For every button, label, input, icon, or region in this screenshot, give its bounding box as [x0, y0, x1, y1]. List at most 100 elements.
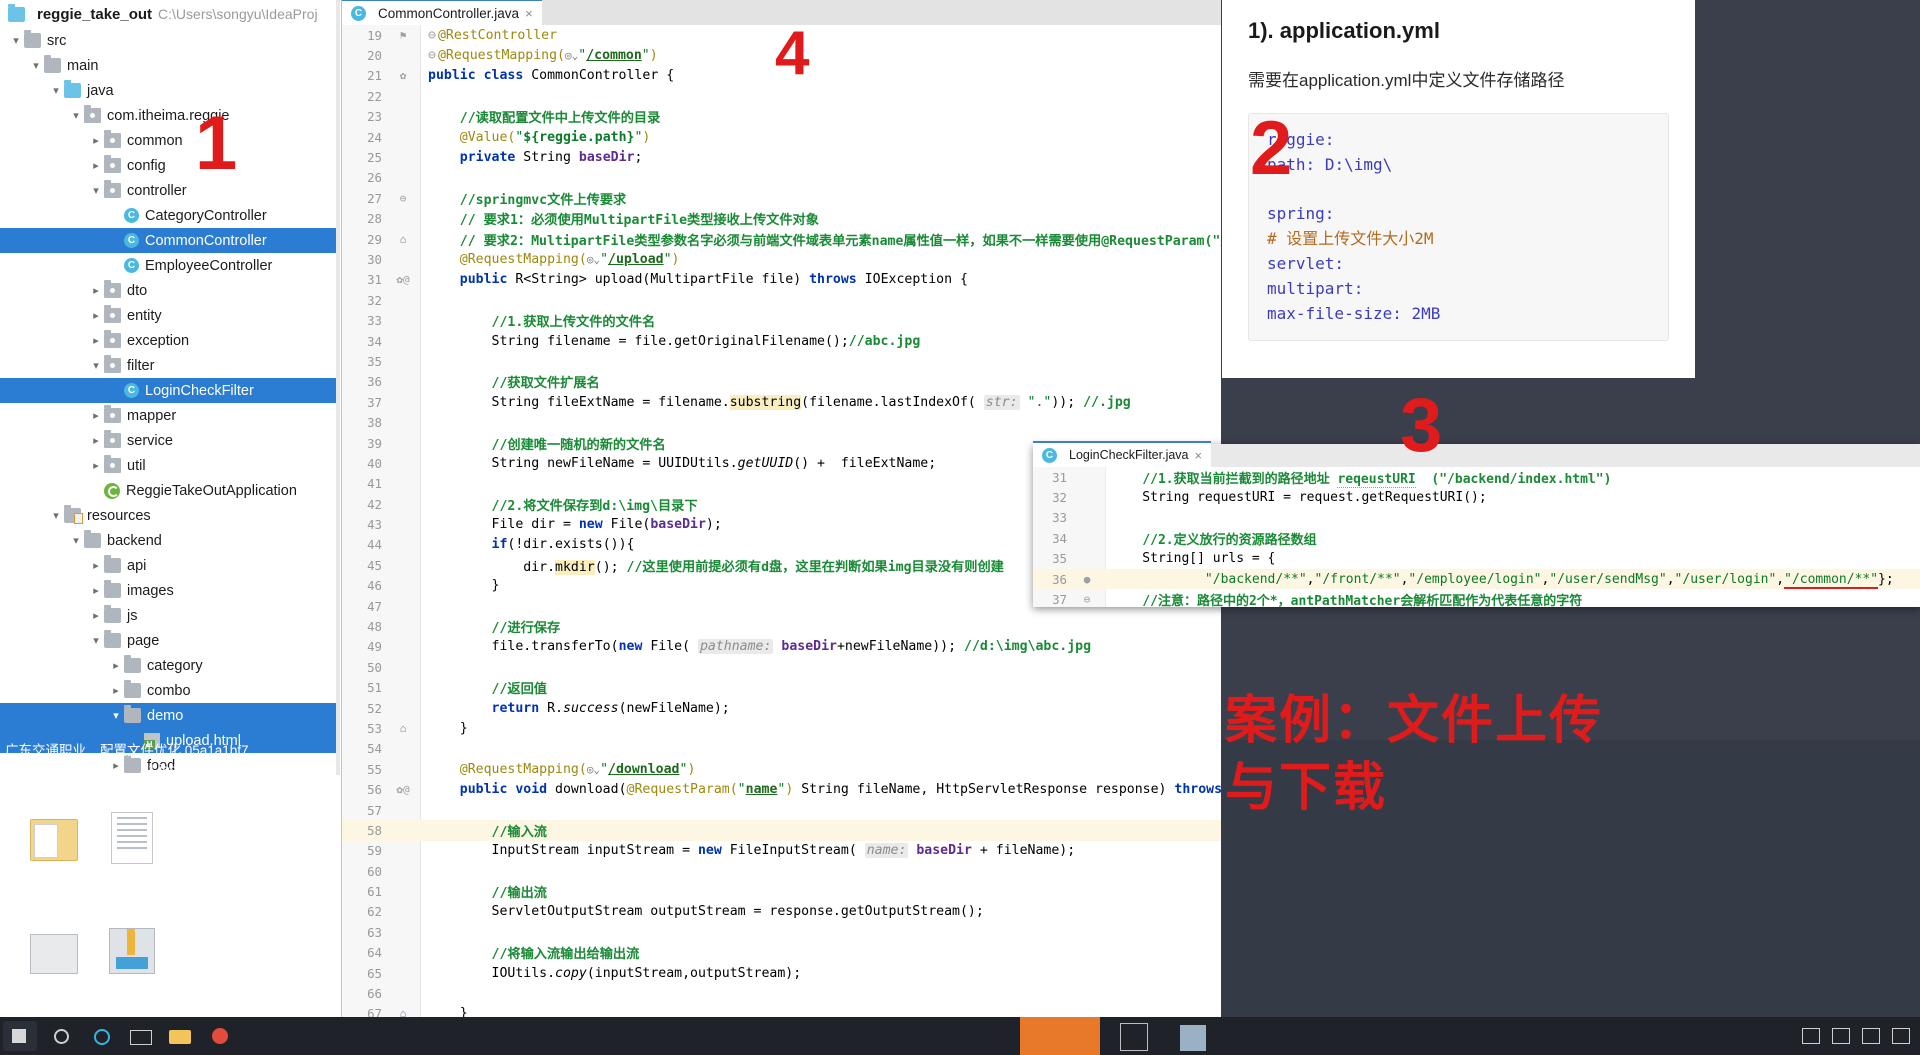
explorer-icon[interactable]	[163, 1021, 197, 1051]
tree-item-logincheckfilter[interactable]: C LoginCheckFilter	[0, 378, 340, 403]
code-line[interactable]: 55 @RequestMapping(◎⌄"/download")	[342, 759, 1221, 779]
gutter-marker[interactable]: ⊖	[1071, 593, 1103, 606]
chevron-right-icon[interactable]: ▸	[88, 334, 104, 347]
code-line[interactable]: 62 ServletOutputStream outputStream = re…	[342, 902, 1221, 922]
tab-logincheckfilter[interactable]: C LoginCheckFilter.java ×	[1033, 441, 1212, 467]
chevron-down-icon[interactable]: ▾	[48, 509, 64, 522]
tree-item-dto[interactable]: ▸ dto	[0, 278, 340, 303]
gutter-marker[interactable]: ✿	[386, 69, 420, 82]
chevron-down-icon[interactable]: ▾	[108, 709, 124, 722]
code-line[interactable]: 51 //返回值	[342, 678, 1221, 698]
code-line[interactable]: 27 ⊖ //springmvc文件上传要求	[342, 188, 1221, 208]
tree-item-demo[interactable]: ▾ demo	[0, 703, 340, 728]
code-line[interactable]: 60	[342, 861, 1221, 881]
close-icon[interactable]: ×	[525, 6, 533, 21]
active-app-idea[interactable]	[1020, 1017, 1100, 1055]
gutter-marker[interactable]: ✿@	[386, 783, 420, 796]
tree-item-api[interactable]: ▸ api	[0, 553, 340, 578]
tree-item-src[interactable]: ▾ src	[0, 28, 340, 53]
filter-tabbar[interactable]: C LoginCheckFilter.java ×	[1033, 441, 1920, 467]
code-line[interactable]: 34 String filename = file.getOriginalFil…	[342, 331, 1221, 351]
code-line[interactable]: 66	[342, 983, 1221, 1003]
chevron-right-icon[interactable]: ▸	[88, 134, 104, 147]
project-tree-panel[interactable]: reggie_take_out C:\Users\songyu\IdeaProj…	[0, 0, 340, 775]
tree-item-controller[interactable]: ▾ controller	[0, 178, 340, 203]
filter-code-line[interactable]: 37 ⊖ //注意：路径中的2个*，antPathMatcher会解析匹配作为代表…	[1033, 589, 1920, 607]
tree-item-resources[interactable]: ▾ resources	[0, 503, 340, 528]
tray-icon-1[interactable]	[1802, 1028, 1820, 1044]
tree-item-util[interactable]: ▸ util	[0, 453, 340, 478]
chevron-down-icon[interactable]: ▾	[68, 109, 84, 122]
chevron-down-icon[interactable]: ▾	[88, 634, 104, 647]
code-line[interactable]: 50	[342, 657, 1221, 677]
chevron-right-icon[interactable]: ▸	[88, 409, 104, 422]
tree-item-categorycontroller[interactable]: C CategoryController	[0, 203, 340, 228]
code-line[interactable]: 61 //输出流	[342, 881, 1221, 901]
chevron-right-icon[interactable]: ▸	[88, 459, 104, 472]
code-line[interactable]: 52 return R.success(newFileName);	[342, 698, 1221, 718]
chevron-right-icon[interactable]: ▸	[88, 584, 104, 597]
chevron-right-icon[interactable]: ▸	[88, 559, 104, 572]
tree-item-com-itheima-reggie[interactable]: ▾ com.itheima.reggie	[0, 103, 340, 128]
tree-item-js[interactable]: ▸ js	[0, 603, 340, 628]
code-line[interactable]: 58 //输入流	[342, 820, 1221, 841]
chevron-down-icon[interactable]: ▾	[88, 359, 104, 372]
tree-item-service[interactable]: ▸ service	[0, 428, 340, 453]
code-line[interactable]: 56 ✿@ public void download(@RequestParam(…	[342, 779, 1221, 799]
code-line[interactable]: 32	[342, 290, 1221, 310]
cortana-icon[interactable]	[83, 1021, 117, 1051]
chevron-down-icon[interactable]: ▾	[68, 534, 84, 547]
project-tree-rows[interactable]: ▾ src ▾ main ▾ java ▾ com.itheima.reggie ▸ common…	[0, 28, 340, 775]
chevron-right-icon[interactable]: ▸	[88, 159, 104, 172]
filter-code-line[interactable]: 31 //1.获取当前拦截到的路径地址 reqeustURI ("/backen…	[1033, 467, 1920, 488]
gutter-marker[interactable]: ⌂	[386, 722, 420, 735]
close-icon[interactable]: ×	[1195, 448, 1203, 463]
tab-commoncontroller[interactable]: C CommonController.java ×	[342, 0, 542, 25]
code-line[interactable]: 31 ✿@ public R<String> upload(MultipartFi…	[342, 270, 1221, 290]
code-line[interactable]: 65 IOUtils.copy(inputStream,outputStream…	[342, 963, 1221, 983]
code-line[interactable]: 24 @Value("${reggie.path}")	[342, 127, 1221, 147]
chevron-right-icon[interactable]: ▸	[88, 434, 104, 447]
tree-scrollbar[interactable]	[336, 0, 340, 775]
tree-item-java[interactable]: ▾ java	[0, 78, 340, 103]
tray-icon-3[interactable]	[1862, 1028, 1880, 1044]
tree-item-filter[interactable]: ▾ filter	[0, 353, 340, 378]
code-line[interactable]: 54	[342, 739, 1221, 759]
project-root-row[interactable]: reggie_take_out C:\Users\songyu\IdeaProj	[0, 0, 340, 28]
code-line[interactable]: 33 //1.获取上传文件的文件名	[342, 310, 1221, 330]
tree-item-entity[interactable]: ▸ entity	[0, 303, 340, 328]
tree-item-backend[interactable]: ▾ backend	[0, 528, 340, 553]
gutter-marker[interactable]: ⌂	[386, 233, 420, 246]
filter-code-line[interactable]: 33	[1033, 508, 1920, 528]
chevron-down-icon[interactable]: ▾	[8, 34, 24, 47]
windows-taskbar[interactable]	[0, 1017, 1920, 1055]
tray-icon-4[interactable]	[1892, 1028, 1910, 1044]
code-line[interactable]: 57	[342, 800, 1221, 820]
chevron-right-icon[interactable]: ▸	[88, 284, 104, 297]
code-line[interactable]: 53 ⌂ }	[342, 718, 1221, 738]
gutter-marker[interactable]: ⚑	[386, 29, 420, 42]
code-line[interactable]: 49 file.transferTo(new File( pathname: b…	[342, 637, 1221, 657]
chevron-right-icon[interactable]: ▸	[108, 684, 124, 697]
filter-code-line[interactable]: 32 String requestURI = request.getReques…	[1033, 487, 1920, 507]
code-line[interactable]: 23 //读取配置文件中上传文件的目录	[342, 107, 1221, 127]
tree-item-images[interactable]: ▸ images	[0, 578, 340, 603]
chevron-right-icon[interactable]: ▸	[108, 759, 124, 772]
tree-item-page[interactable]: ▾ page	[0, 628, 340, 653]
code-line[interactable]: 48 //进行保存	[342, 616, 1221, 636]
code-line[interactable]: 28 // 要求1：必须使用MultipartFile类型接收上传文件对象	[342, 209, 1221, 229]
filter-code-line[interactable]: 34 //2.定义放行的资源路径数组	[1033, 528, 1920, 548]
taskview-icon[interactable]	[123, 1021, 157, 1051]
filter-code-line[interactable]: 35 String[] urls = {	[1033, 549, 1920, 569]
tree-item-mapper[interactable]: ▸ mapper	[0, 403, 340, 428]
code-line[interactable]: 38	[342, 412, 1221, 432]
chevron-right-icon[interactable]: ▸	[108, 659, 124, 672]
filter-code-area[interactable]: 31 //1.获取当前拦截到的路径地址 reqeustURI ("/backen…	[1033, 467, 1920, 607]
tray-icon-2[interactable]	[1832, 1028, 1850, 1044]
code-line[interactable]: 37 String fileExtName = filename.substri…	[342, 392, 1221, 412]
filter-code-line[interactable]: 36 ● "/backend/**","/front/**","/employee…	[1033, 568, 1920, 590]
gutter-marker[interactable]: ●	[1071, 573, 1103, 586]
gutter-marker[interactable]: ✿@	[386, 273, 420, 286]
tree-item-config[interactable]: ▸ config	[0, 153, 340, 178]
taskbar-app-3[interactable]	[1180, 1025, 1206, 1051]
